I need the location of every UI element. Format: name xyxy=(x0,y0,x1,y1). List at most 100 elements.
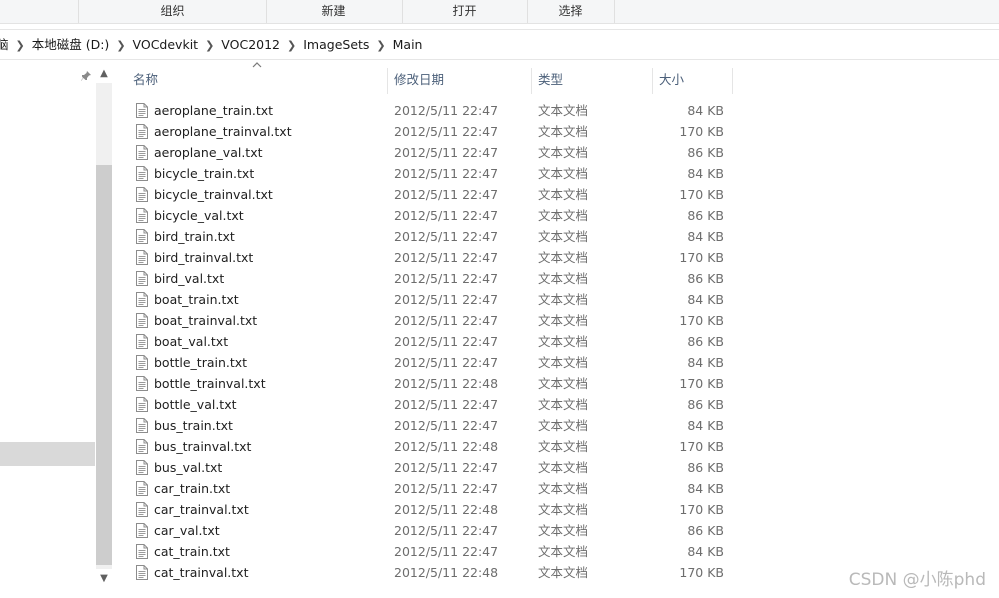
file-row[interactable]: cat_trainval.txt 2012/5/11 22:48 文本文档 170 K… xyxy=(124,562,744,583)
scroll-down-icon[interactable]: ▼ xyxy=(97,572,111,586)
file-row[interactable]: bird_val.txt 2012/5/11 22:47 文本文档 86 KB xyxy=(124,268,744,289)
text-file-icon xyxy=(136,502,148,517)
scroll-up-icon[interactable]: ▲ xyxy=(97,67,111,81)
file-date-modified: 2012/5/11 22:48 xyxy=(394,565,499,580)
pin-icon[interactable] xyxy=(80,70,92,82)
text-file-icon xyxy=(136,460,148,475)
file-name: boat_val.txt xyxy=(154,334,229,349)
file-date-modified: 2012/5/11 22:47 xyxy=(394,544,499,559)
file-row[interactable]: bus_train.txt 2012/5/11 22:47 文本文档 84 KB xyxy=(124,415,744,436)
file-date-modified: 2012/5/11 22:47 xyxy=(394,208,499,223)
file-date-modified: 2012/5/11 22:47 xyxy=(394,229,499,244)
breadcrumb-item-local-disk[interactable]: 本地磁盘 (D:) xyxy=(32,37,110,52)
file-row[interactable]: aeroplane_train.txt 2012/5/11 22:47 文本文档 84… xyxy=(124,100,744,121)
file-type: 文本文档 xyxy=(538,334,589,349)
file-name: bottle_trainval.txt xyxy=(154,376,266,391)
file-type: 文本文档 xyxy=(538,544,589,559)
file-row[interactable]: cat_train.txt 2012/5/11 22:47 文本文档 84 KB xyxy=(124,541,744,562)
chevron-right-icon[interactable]: ❯ xyxy=(287,31,296,60)
breadcrumb-item-this-pc[interactable]: 脑 xyxy=(0,37,9,52)
ribbon-group-select[interactable]: 选择 xyxy=(527,0,615,23)
file-row[interactable]: bicycle_trainval.txt 2012/5/11 22:47 文本文档 1… xyxy=(124,184,744,205)
file-date-modified: 2012/5/11 22:47 xyxy=(394,334,499,349)
file-size: 170 KB xyxy=(679,565,724,580)
nav-scrollbar-thumb[interactable] xyxy=(96,165,112,565)
file-row[interactable]: car_val.txt 2012/5/11 22:47 文本文档 86 KB xyxy=(124,520,744,541)
chevron-right-icon[interactable]: ❯ xyxy=(205,31,214,60)
file-type: 文本文档 xyxy=(538,124,589,139)
file-date-modified: 2012/5/11 22:47 xyxy=(394,355,499,370)
file-row[interactable]: car_trainval.txt 2012/5/11 22:48 文本文档 170 K… xyxy=(124,499,744,520)
file-name: bus_val.txt xyxy=(154,460,223,475)
file-size: 86 KB xyxy=(687,208,724,223)
file-size: 84 KB xyxy=(687,166,724,181)
column-header-size[interactable]: 大小 xyxy=(652,66,732,94)
file-list[interactable]: aeroplane_train.txt 2012/5/11 22:47 文本文档 84… xyxy=(124,100,764,598)
nav-selected-item[interactable] xyxy=(0,442,95,466)
navigation-pane[interactable]: ▲ ▼ xyxy=(0,61,112,598)
text-file-icon xyxy=(136,355,148,370)
column-header-name[interactable]: 名称 xyxy=(126,66,388,94)
file-name: car_trainval.txt xyxy=(154,502,249,517)
file-name: bird_trainval.txt xyxy=(154,250,254,265)
file-row[interactable]: bottle_trainval.txt 2012/5/11 22:48 文本文档 17… xyxy=(124,373,744,394)
text-file-icon xyxy=(136,565,148,580)
file-size: 84 KB xyxy=(687,292,724,307)
chevron-right-icon[interactable]: ❯ xyxy=(16,31,25,60)
file-date-modified: 2012/5/11 22:48 xyxy=(394,439,499,454)
file-name: bicycle_trainval.txt xyxy=(154,187,273,202)
file-type: 文本文档 xyxy=(538,187,589,202)
file-date-modified: 2012/5/11 22:48 xyxy=(394,502,499,517)
file-row[interactable]: boat_val.txt 2012/5/11 22:47 文本文档 86 KB xyxy=(124,331,744,352)
file-size: 170 KB xyxy=(679,313,724,328)
text-file-icon xyxy=(136,376,148,391)
file-row[interactable]: bicycle_val.txt 2012/5/11 22:47 文本文档 86 KB xyxy=(124,205,744,226)
file-date-modified: 2012/5/11 22:47 xyxy=(394,103,499,118)
ribbon-group-organize[interactable]: 组织 xyxy=(78,0,267,23)
chevron-right-icon[interactable]: ❯ xyxy=(376,31,385,60)
column-divider[interactable] xyxy=(732,68,733,94)
file-size: 84 KB xyxy=(687,229,724,244)
address-bar[interactable]: 脑 ❯ 本地磁盘 (D:) ❯ VOCdevkit ❯ VOC2012 ❯ ImageSets ❯… xyxy=(0,29,999,60)
column-header-row: 名称 修改日期 类型 大小 xyxy=(124,66,999,94)
file-row[interactable]: aeroplane_val.txt 2012/5/11 22:47 文本文档 86 K… xyxy=(124,142,744,163)
file-size: 170 KB xyxy=(679,124,724,139)
file-row[interactable]: bus_val.txt 2012/5/11 22:47 文本文档 86 KB xyxy=(124,457,744,478)
file-date-modified: 2012/5/11 22:47 xyxy=(394,166,499,181)
file-size: 86 KB xyxy=(687,397,724,412)
column-header-date[interactable]: 修改日期 xyxy=(387,66,531,94)
text-file-icon xyxy=(136,124,148,139)
ribbon-group-new[interactable]: 新建 xyxy=(265,0,403,23)
file-size: 86 KB xyxy=(687,271,724,286)
breadcrumb-item-imagesets[interactable]: ImageSets xyxy=(303,37,369,52)
breadcrumb-item-main[interactable]: Main xyxy=(393,37,423,52)
ribbon-group-open[interactable]: 打开 xyxy=(402,0,528,23)
file-type: 文本文档 xyxy=(538,397,589,412)
file-row[interactable]: boat_train.txt 2012/5/11 22:47 文本文档 84 KB xyxy=(124,289,744,310)
file-name: bicycle_train.txt xyxy=(154,166,255,181)
file-name: car_val.txt xyxy=(154,523,220,538)
file-row[interactable]: bird_train.txt 2012/5/11 22:47 文本文档 84 KB xyxy=(124,226,744,247)
breadcrumb-item-vocdevkit[interactable]: VOCdevkit xyxy=(133,37,199,52)
file-type: 文本文档 xyxy=(538,292,589,307)
file-row[interactable]: bird_trainval.txt 2012/5/11 22:47 文本文档 170 … xyxy=(124,247,744,268)
file-row[interactable]: bottle_train.txt 2012/5/11 22:47 文本文档 84 KB xyxy=(124,352,744,373)
file-size: 170 KB xyxy=(679,502,724,517)
file-size: 84 KB xyxy=(687,418,724,433)
column-header-type[interactable]: 类型 xyxy=(531,66,652,94)
file-size: 170 KB xyxy=(679,250,724,265)
chevron-right-icon[interactable]: ❯ xyxy=(116,31,125,60)
text-file-icon xyxy=(136,145,148,160)
text-file-icon xyxy=(136,481,148,496)
file-row[interactable]: bicycle_train.txt 2012/5/11 22:47 文本文档 84 K… xyxy=(124,163,744,184)
file-size: 86 KB xyxy=(687,460,724,475)
file-date-modified: 2012/5/11 22:47 xyxy=(394,460,499,475)
file-row[interactable]: car_train.txt 2012/5/11 22:47 文本文档 84 KB xyxy=(124,478,744,499)
file-size: 170 KB xyxy=(679,439,724,454)
file-row[interactable]: aeroplane_trainval.txt 2012/5/11 22:47 文本文… xyxy=(124,121,744,142)
file-size: 170 KB xyxy=(679,376,724,391)
file-row[interactable]: bus_trainval.txt 2012/5/11 22:48 文本文档 170 K… xyxy=(124,436,744,457)
breadcrumb-item-voc2012[interactable]: VOC2012 xyxy=(221,37,280,52)
file-row[interactable]: boat_trainval.txt 2012/5/11 22:47 文本文档 170 … xyxy=(124,310,744,331)
file-row[interactable]: bottle_val.txt 2012/5/11 22:47 文本文档 86 KB xyxy=(124,394,744,415)
